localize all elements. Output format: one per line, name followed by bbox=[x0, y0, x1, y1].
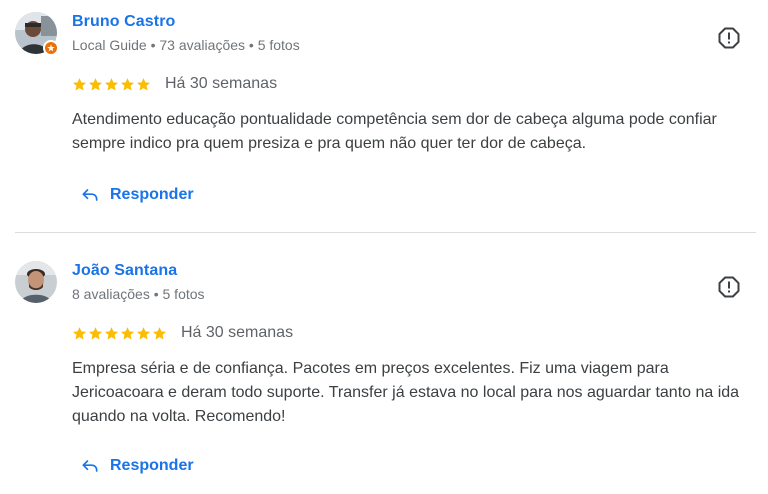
star-icon bbox=[137, 326, 150, 339]
review-time: Há 30 semanas bbox=[181, 324, 294, 341]
star-icon bbox=[89, 77, 102, 90]
review-text: Atendimento educação pontualidade compet… bbox=[72, 111, 717, 152]
star-icon bbox=[137, 77, 150, 90]
review-text: Empresa séria e de confiança. Pacotes em… bbox=[72, 360, 740, 425]
reply-arrow-icon bbox=[82, 189, 98, 201]
divider bbox=[15, 232, 756, 233]
star-icon bbox=[89, 326, 102, 339]
star-icon bbox=[105, 77, 118, 90]
star-icon bbox=[153, 326, 166, 339]
reviewer-meta: Local Guide • 73 avaliações • 5 fotos bbox=[72, 37, 300, 53]
review-time: Há 30 semanas bbox=[165, 75, 278, 92]
rating-row: Há 30 semanas bbox=[72, 74, 277, 94]
rating-row: Há 30 semanas bbox=[72, 323, 293, 343]
reply-button[interactable]: Responder bbox=[80, 185, 194, 205]
report-flag-icon[interactable] bbox=[717, 26, 741, 50]
avatar-photo bbox=[15, 261, 57, 303]
reply-arrow-icon bbox=[82, 460, 98, 472]
reply-label: Responder bbox=[110, 186, 194, 203]
star-rating bbox=[72, 326, 167, 341]
avatar[interactable] bbox=[15, 12, 59, 56]
reviewer-name[interactable]: Bruno Castro bbox=[72, 13, 175, 31]
star-icon bbox=[105, 326, 118, 339]
reply-label: Responder bbox=[110, 457, 194, 474]
reviewer-name[interactable]: João Santana bbox=[72, 262, 177, 280]
local-guide-badge-icon bbox=[43, 40, 59, 56]
star-icon bbox=[121, 77, 134, 90]
report-flag-icon[interactable] bbox=[717, 275, 741, 299]
avatar[interactable] bbox=[15, 261, 57, 303]
reviewer-meta: 8 avaliações • 5 fotos bbox=[72, 286, 205, 302]
reply-button[interactable]: Responder bbox=[80, 456, 194, 476]
star-icon bbox=[121, 326, 134, 339]
star-icon bbox=[73, 326, 86, 339]
star-icon bbox=[73, 77, 86, 90]
star-rating bbox=[72, 77, 151, 92]
